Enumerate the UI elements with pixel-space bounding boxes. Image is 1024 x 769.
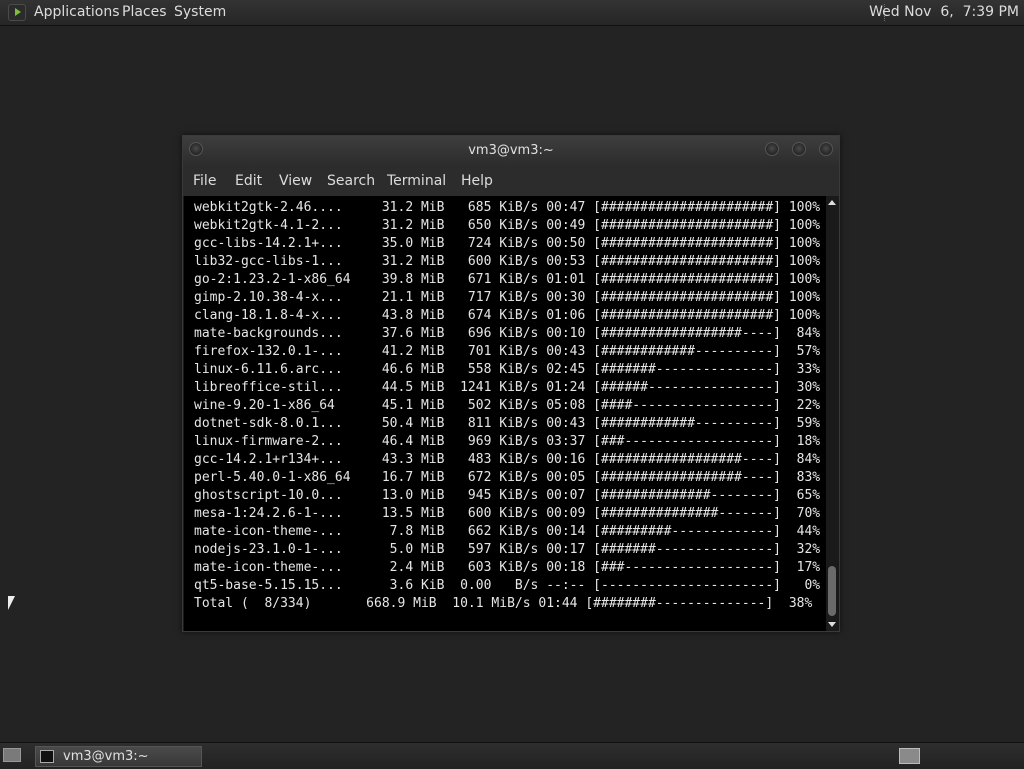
window-title: vm3@vm3:~ <box>468 143 554 158</box>
menu-view[interactable]: View <box>279 173 312 189</box>
minimize-button[interactable] <box>765 142 779 156</box>
terminal-total-line: Total ( 8/334) 668.9 MiB 10.1 MiB/s 01:4… <box>194 596 813 611</box>
terminal-line: libreoffice-stil... 44.5 MiB 1241 KiB/s … <box>194 380 821 395</box>
terminal-icon <box>40 750 54 763</box>
top-panel: Applications Places System Wed Nov 6, 7:… <box>0 0 1024 26</box>
taskbar-terminal-label: vm3@vm3:~ <box>63 749 149 764</box>
close-button[interactable] <box>819 142 833 156</box>
terminal-line: wine-9.20-1-x86_64 45.1 MiB 502 KiB/s 05… <box>194 398 821 413</box>
terminal-line: mate-backgrounds... 37.6 MiB 696 KiB/s 0… <box>194 326 821 341</box>
menu-terminal[interactable]: Terminal <box>387 173 446 189</box>
terminal-menubar: File Edit View Search Terminal Help <box>183 166 839 196</box>
terminal-line: qt5-base-5.15.15... 3.6 KiB 0.00 B/s --:… <box>194 578 821 593</box>
clock[interactable]: Wed Nov 6, 7:39 PM <box>869 4 1019 20</box>
main-menu-icon[interactable] <box>8 4 26 21</box>
scrollbar-thumb[interactable] <box>828 566 836 616</box>
menu-help[interactable]: Help <box>461 173 493 189</box>
terminal-line: gcc-14.2.1+r134+... 43.3 MiB 483 KiB/s 0… <box>194 452 821 467</box>
terminal-line: webkit2gtk-2.46.... 31.2 MiB 685 KiB/s 0… <box>194 200 821 215</box>
terminal-line: mesa-1:24.2.6-1-... 13.5 MiB 600 KiB/s 0… <box>194 506 821 521</box>
maximize-button[interactable] <box>792 142 806 156</box>
terminal-window: vm3@vm3:~ File Edit View Search Terminal… <box>182 135 840 632</box>
taskbar-terminal-button[interactable]: vm3@vm3:~ <box>35 746 202 767</box>
terminal-line: gcc-libs-14.2.1+... 35.0 MiB 724 KiB/s 0… <box>194 236 821 251</box>
bottom-panel: vm3@vm3:~ <box>0 742 1024 769</box>
terminal-output[interactable]: webkit2gtk-2.46.... 31.2 MiB 685 KiB/s 0… <box>184 196 826 631</box>
system-menu[interactable]: System <box>174 4 226 20</box>
menu-file[interactable]: File <box>193 173 216 189</box>
terminal-line: gimp-2.10.38-4-x... 21.1 MiB 717 KiB/s 0… <box>194 290 821 305</box>
menu-search[interactable]: Search <box>327 173 375 189</box>
terminal-line: perl-5.40.0-1-x86_64 16.7 MiB 672 KiB/s … <box>194 470 821 485</box>
terminal-line: go-2:1.23.2-1-x86_64 39.8 MiB 671 KiB/s … <box>194 272 821 287</box>
terminal-line: firefox-132.0.1-... 41.2 MiB 701 KiB/s 0… <box>194 344 821 359</box>
window-titlebar[interactable]: vm3@vm3:~ <box>183 136 839 166</box>
terminal-line: webkit2gtk-4.1-2... 31.2 MiB 650 KiB/s 0… <box>194 218 821 233</box>
terminal-line: mate-icon-theme-... 7.8 MiB 662 KiB/s 00… <box>194 524 821 539</box>
applications-menu[interactable]: Applications <box>34 4 120 20</box>
terminal-line: nodejs-23.1.0-1-... 5.0 MiB 597 KiB/s 00… <box>194 542 821 557</box>
scroll-down-icon[interactable] <box>828 622 836 627</box>
terminal-line: lib32-gcc-libs-1... 31.2 MiB 600 KiB/s 0… <box>194 254 821 269</box>
terminal-line: dotnet-sdk-8.0.1... 50.4 MiB 811 KiB/s 0… <box>194 416 821 431</box>
places-menu[interactable]: Places <box>122 4 167 20</box>
scroll-up-icon[interactable] <box>828 200 836 205</box>
terminal-line: mate-icon-theme-... 2.4 MiB 603 KiB/s 00… <box>194 560 821 575</box>
mouse-pointer-icon <box>8 596 15 610</box>
terminal-line: linux-6.11.6.arc... 46.6 MiB 558 KiB/s 0… <box>194 362 821 377</box>
window-menu-button[interactable] <box>189 142 203 156</box>
workspace-switcher[interactable] <box>899 748 920 764</box>
terminal-line: linux-firmware-2... 46.4 MiB 969 KiB/s 0… <box>194 434 821 449</box>
terminal-line: clang-18.1.8-4-x... 43.8 MiB 674 KiB/s 0… <box>194 308 821 323</box>
menu-edit[interactable]: Edit <box>235 173 262 189</box>
terminal-scrollbar[interactable] <box>826 196 838 631</box>
show-desktop-icon[interactable] <box>3 748 21 762</box>
terminal-line: ghostscript-10.0... 13.0 MiB 945 KiB/s 0… <box>194 488 821 503</box>
